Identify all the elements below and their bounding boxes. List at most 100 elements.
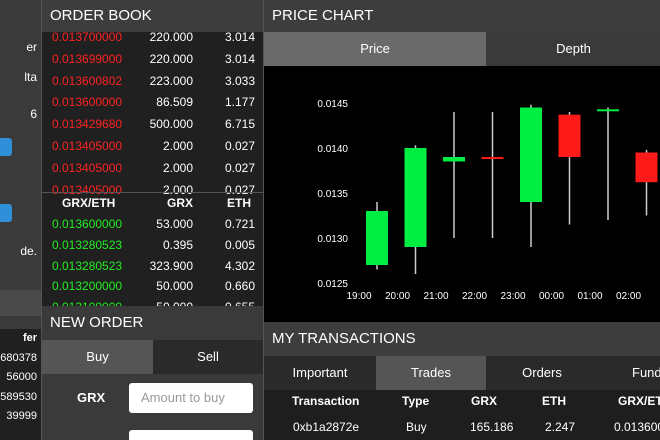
list-item: 680378 <box>0 351 37 364</box>
candle-body <box>520 107 542 202</box>
y-tick-label: 0.0140 <box>317 144 348 155</box>
ask-grx: 2.000 <box>162 139 193 153</box>
transfer-list: fer 680378 56000 589530 39999 <box>0 329 41 440</box>
grx-label: GRX <box>77 390 106 405</box>
bid-eth: 4.302 <box>224 258 255 273</box>
candle-body <box>404 148 427 247</box>
column-header: Transaction <box>292 394 360 408</box>
partial-text: er <box>26 40 37 54</box>
tab-orders[interactable]: Orders <box>486 356 598 390</box>
bid-price: 0.013280523 <box>52 237 123 252</box>
x-tick-label: 02:00 <box>616 291 641 302</box>
ask-eth: 3.014 <box>224 30 255 44</box>
bid-price: 0.013600000 <box>52 217 123 231</box>
candle-body <box>443 157 465 162</box>
toggle-button[interactable] <box>0 204 12 222</box>
bid-grx: 323.900 <box>149 258 193 273</box>
y-tick-label: 0.0145 <box>317 99 348 110</box>
bid-row[interactable]: 0.013280523 323.900 4.302 <box>42 256 263 277</box>
bid-price: 0.013280523 <box>52 258 123 273</box>
ask-row[interactable]: 0.013429680 500.000 6.715 <box>42 114 263 135</box>
column-header: GRX <box>471 394 498 408</box>
tab-trades[interactable]: Trades <box>376 356 486 390</box>
list-item: 56000 <box>6 371 37 383</box>
table-cell: 165.186 <box>470 420 514 434</box>
tab-buy[interactable]: Buy <box>42 340 153 374</box>
bid-grx: 50.000 <box>156 279 193 294</box>
candle-body <box>635 152 658 183</box>
ask-row[interactable]: 0.013600802 223.000 3.033 <box>42 71 263 92</box>
y-tick-label: 0.0135 <box>317 189 348 200</box>
ask-eth: 6.715 <box>224 117 255 132</box>
order-book-panel: ORDER BOOK 0.013700000 220.000 3.014 0.0136… <box>41 0 263 314</box>
tab-sell[interactable]: Sell <box>153 340 263 374</box>
column-header: ETH <box>227 196 251 210</box>
ask-eth: 0.027 <box>224 139 255 153</box>
bid-eth: 0.660 <box>224 279 255 294</box>
bid-row[interactable]: 0.013600000 53.000 0.721 <box>42 214 263 235</box>
left-panel-partial: er lta 6 de. fer 680378 56000 589530 399… <box>0 0 41 440</box>
bid-price: 0.013200000 <box>52 279 123 294</box>
x-tick-label: 23:00 <box>500 291 525 302</box>
candle-body <box>481 157 504 159</box>
partial-text: lta <box>24 70 37 84</box>
table-cell[interactable]: 0xb1a2872e <box>293 420 359 434</box>
amount-input[interactable]: Amount to buy <box>129 383 253 413</box>
price-chart-title: PRICE CHART <box>264 0 660 32</box>
column-header: ETH <box>542 394 566 408</box>
ask-grx: 220.000 <box>149 30 193 44</box>
table-cell: 2.247 <box>545 420 576 434</box>
y-tick-label: 0.0130 <box>317 234 348 245</box>
column-header: GRX/ETH <box>62 196 116 210</box>
ask-price: 0.013405000 <box>52 160 123 175</box>
section-header <box>0 290 41 316</box>
table-cell: 0.013600 <box>614 420 660 434</box>
column-header: Type <box>402 394 430 408</box>
ask-grx: 500.000 <box>149 117 193 132</box>
list-item: 39999 <box>6 410 37 422</box>
ask-price: 0.013405000 <box>52 139 123 153</box>
amount-placeholder: Amount to buy <box>141 390 225 405</box>
bid-row[interactable]: 0.013200000 50.000 0.660 <box>42 276 263 297</box>
ask-price: 0.013429680 <box>52 117 123 132</box>
table-cell: Buy <box>406 420 427 434</box>
partial-text: 6 <box>30 107 37 121</box>
ask-row[interactable]: 0.013600000 86.509 1.177 <box>42 92 263 113</box>
candle-body <box>597 109 619 112</box>
x-tick-label: 19:00 <box>346 291 371 302</box>
ask-row[interactable]: 0.013699000 220.000 3.014 <box>42 49 263 70</box>
column-header: GRX/ET <box>618 394 660 408</box>
x-tick-label: 22:00 <box>462 291 487 302</box>
toggle-button[interactable] <box>0 138 12 156</box>
new-order-panel: NEW ORDER Buy Sell GRX Amount to buy <box>41 306 263 440</box>
list-item: 589530 <box>0 390 37 403</box>
ask-eth: 0.027 <box>224 160 255 175</box>
ask-row[interactable]: 0.013700000 220.000 3.014 <box>42 27 263 48</box>
candle-body <box>366 211 388 265</box>
tab-price[interactable]: Price <box>264 32 486 66</box>
tab-depth[interactable]: Depth <box>486 32 660 66</box>
ask-row[interactable]: 0.013405000 2.000 0.027 <box>42 158 263 179</box>
ask-price: 0.013600000 <box>52 95 123 110</box>
bid-eth: 0.005 <box>224 237 255 252</box>
ask-price: 0.013699000 <box>52 51 123 66</box>
ask-row[interactable]: 0.013405000 2.000 0.027 <box>42 136 263 157</box>
candlestick-chart: 0.0145 0.0140 0.0135 0.0130 0.012519:00 20:00… <box>317 99 658 302</box>
x-tick-label: 21:00 <box>423 291 448 302</box>
ask-price: 0.013700000 <box>52 30 123 44</box>
partial-text: de. <box>20 244 37 258</box>
y-tick-label: 0.0125 <box>317 279 348 290</box>
bid-eth: 0.721 <box>224 217 255 231</box>
bid-row[interactable]: 0.013280523 0.395 0.005 <box>42 235 263 256</box>
order-book-header: GRX/ETH GRX ETH <box>42 193 263 214</box>
ask-grx: 220.000 <box>149 51 193 66</box>
bid-grx: 0.395 <box>162 237 193 252</box>
list-header: fer <box>22 332 37 344</box>
new-order-title: NEW ORDER <box>42 306 263 340</box>
x-tick-label: 20:00 <box>385 291 410 302</box>
tab-funds[interactable]: Fund <box>598 356 660 390</box>
ask-price: 0.013600802 <box>52 73 123 88</box>
price-input[interactable] <box>129 430 253 440</box>
ask-grx: 2.000 <box>162 160 193 175</box>
tab-important[interactable]: Important <box>264 356 376 390</box>
